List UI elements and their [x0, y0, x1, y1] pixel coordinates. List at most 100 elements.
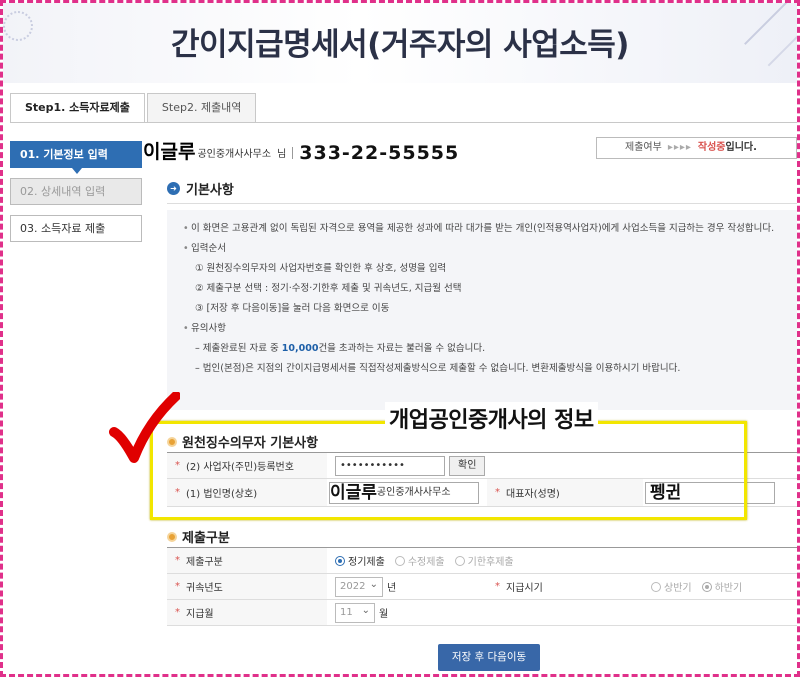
bullet-icon — [167, 531, 177, 542]
corp-name-input[interactable]: 이글루 공인중개사사무소 — [329, 481, 479, 504]
page-title: 간이지급명세서(거주자의 사업소득) — [171, 27, 629, 63]
submission-status: 제출여부 ▸▸▸▸ 작성중입니다. — [596, 137, 797, 159]
field-label: * 지급시기 — [487, 574, 643, 599]
arrow-circle-icon: ➜ — [167, 182, 180, 195]
field-label: * 귀속년도 — [167, 574, 327, 599]
radio-label: 기한후제출 — [467, 557, 514, 568]
rep-name-value: 펭귄 — [650, 482, 682, 503]
field-cell: 2022 년 — [327, 574, 487, 599]
user-honorific: 님 — [277, 149, 287, 160]
field-label: * 대표자(성명) — [487, 479, 643, 506]
info-text: 입력순서 — [183, 242, 787, 255]
rep-name-input[interactable]: 펭귄 — [645, 481, 775, 504]
form-row: * 제출구분 정기제출 수정제출 기한후제출 — [167, 548, 797, 574]
radio-label: 하반기 — [714, 583, 743, 594]
tab-divider — [10, 122, 797, 123]
section-divider — [167, 203, 797, 204]
section-submission-label: 제출구분 — [182, 531, 230, 546]
sidebar-item-submit[interactable]: 03. 소득자료 제출 — [10, 215, 142, 242]
info-text: – 법인(본점)은 지점의 간이지급명세서를 직접작성제출방식으로 제출할 수 … — [195, 363, 681, 374]
field-cell: 11 월 — [327, 600, 388, 625]
info-text: – 제출완료된 자료 중 10,000건을 초과하는 자료는 불러올 수 없습니… — [183, 342, 787, 355]
radio-dot — [335, 555, 345, 566]
radio-dot — [651, 581, 661, 592]
field-cell: 정기제출 수정제출 기한후제출 — [327, 548, 524, 573]
field-cell: 이글루 공인중개사사무소 — [327, 479, 487, 506]
status-arrows: ▸▸▸▸ — [667, 142, 692, 153]
section-withholder-label: 원천징수의무자 기본사항 — [182, 436, 319, 451]
status-label: 제출여부 — [625, 142, 662, 153]
business-number: 333-22-55555 — [299, 142, 460, 164]
radio-second-half[interactable]: 하반기 — [701, 579, 743, 594]
submission-form: *제출구분 정기제출 수정제출 기한후제출 *귀속년도 2022 년 *지급시기… — [167, 547, 797, 626]
tab-step1[interactable]: Step1. 소득자료제출 — [10, 93, 145, 123]
month-unit: 월 — [379, 609, 389, 620]
field-label: * 지급월 — [167, 600, 327, 625]
withholder-form: * (2) 사업자(주민)등록번호 ••••••••••• 확인 * (1) 법인명… — [167, 452, 797, 507]
corp-name-label: (1) 법인명(상호) — [186, 489, 258, 500]
page-banner: 간이지급명세서(거주자의 사업소득) — [3, 3, 797, 83]
status-suffix: 입니다. — [725, 142, 757, 153]
field-label: * (1) 법인명(상호) — [167, 479, 327, 506]
user-name-suffix: 공인중개사사무소 — [197, 149, 272, 160]
section-submission-title: 제출구분 — [167, 527, 230, 546]
field-label: * 제출구분 — [167, 548, 327, 573]
form-row: *지급월 11 월 — [167, 600, 797, 626]
confirm-button[interactable]: 확인 — [449, 455, 486, 476]
sidebar: 01. 기본정보 입력 02. 상세내역 입력 03. 소득자료 제출 — [10, 141, 142, 252]
info-text: 건을 초과하는 자료는 불러올 수 없습니다. — [318, 343, 486, 354]
biz-number-input[interactable]: ••••••••••• — [335, 455, 445, 476]
info-number: 10,000 — [281, 343, 319, 354]
type-label: 제출구분 — [186, 557, 223, 568]
status-value: 작성중 — [697, 142, 726, 153]
radio-first-half[interactable]: 상반기 — [651, 579, 692, 594]
field-cell: 펭귄 — [643, 479, 775, 506]
info-text: ② 제출구분 선택 : 정기·수정·기한후 제출 및 귀속년도, 지급월 선택 — [195, 283, 462, 294]
radio-label: 정기제출 — [348, 557, 385, 568]
form-row: * (1) 법인명(상호) 이글루 공인중개사사무소 * 대표자(성명) 펭귄 — [167, 479, 797, 507]
month-label: 지급월 — [186, 609, 214, 620]
info-text: ③ [저장 후 다음이동]을 눌러 다음 화면으로 이동 — [195, 303, 390, 314]
form-row: *귀속년도 2022 년 *지급시기 상반기 하반기 — [167, 574, 797, 600]
info-text: ① 원천징수의무자의 사업자번호를 확인한 후 상호, 성명을 입력 — [195, 263, 447, 274]
corp-name-highlight: 이글루 — [330, 482, 377, 503]
radio-label: 상반기 — [664, 583, 692, 594]
divider — [292, 147, 294, 159]
annotation-banner: 개업공인중개사의 정보 — [385, 402, 598, 434]
field-cell: 상반기 하반기 — [643, 574, 752, 599]
sidebar-item-detail-input[interactable]: 02. 상세내역 입력 — [10, 178, 142, 205]
radio-dot — [394, 555, 405, 566]
save-next-button[interactable]: 저장 후 다음이동 — [438, 644, 540, 671]
tab-step2[interactable]: Step2. 제출내역 — [146, 93, 257, 123]
form-row: * (2) 사업자(주민)등록번호 ••••••••••• 확인 — [167, 453, 797, 479]
user-info: 이글루 공인중개사사무소 님 333-22-55555 — [143, 134, 459, 164]
radio-late[interactable]: 기한후제출 — [454, 553, 514, 568]
rep-name-label: 대표자(성명) — [506, 489, 560, 500]
corp-name-suffix: 공인중개사사무소 — [376, 486, 451, 498]
red-checkmark-icon — [109, 392, 180, 463]
sidebar-item-basic-info[interactable]: 01. 기본정보 입력 — [10, 141, 142, 168]
radio-dot — [454, 555, 465, 566]
radio-label: 수정제출 — [407, 557, 445, 568]
field-cell: ••••••••••• 확인 — [327, 453, 486, 478]
radio-dot — [701, 581, 712, 592]
month-select[interactable]: 11 — [335, 602, 375, 623]
active-arrow-icon — [72, 168, 82, 174]
section-basic-label: 기본사항 — [186, 183, 234, 198]
year-select[interactable]: 2022 — [335, 576, 383, 597]
radio-correction[interactable]: 수정제출 — [394, 553, 445, 568]
section-withholder-title: 원천징수의무자 기본사항 — [167, 432, 318, 451]
info-text: – 제출완료된 자료 중 — [195, 343, 279, 354]
section-basic-title: ➜ 기본사항 — [167, 179, 234, 198]
year-unit: 년 — [387, 583, 397, 594]
field-label: * (2) 사업자(주민)등록번호 — [167, 453, 327, 478]
biz-number-label: (2) 사업자(주민)등록번호 — [186, 462, 294, 473]
info-box: 이 화면은 고용관계 없이 독립된 자격으로 용역을 제공한 성과에 따라 대가… — [167, 210, 797, 410]
year-label: 귀속년도 — [186, 583, 223, 594]
period-label: 지급시기 — [506, 583, 543, 594]
radio-regular[interactable]: 정기제출 — [335, 553, 385, 568]
info-text: 이 화면은 고용관계 없이 독립된 자격으로 용역을 제공한 성과에 따라 대가… — [183, 222, 787, 235]
step-tabs: Step1. 소득자료제출 Step2. 제출내역 — [10, 93, 258, 123]
user-name-highlight: 이글루 — [143, 137, 196, 164]
info-text: 유의사항 — [183, 322, 787, 335]
